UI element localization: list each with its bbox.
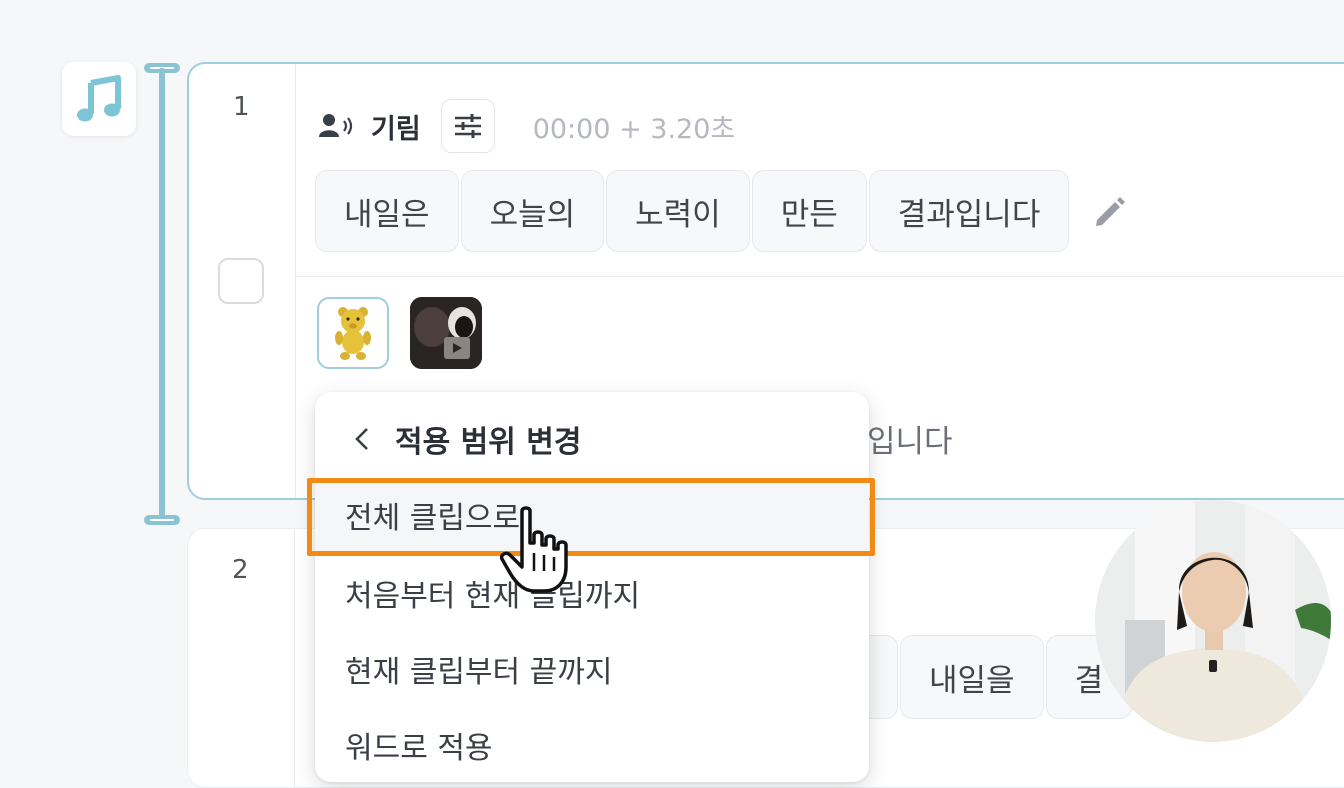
word-chip[interactable]: 내일은 bbox=[315, 170, 459, 252]
clip-number: 1 bbox=[233, 92, 250, 122]
menu-title: 적용 범위 변경 bbox=[395, 425, 582, 460]
pencil-icon bbox=[1096, 197, 1126, 226]
presenter-webcam bbox=[1095, 500, 1331, 742]
hand-pointer-icon bbox=[500, 506, 568, 593]
presenter-image bbox=[1095, 500, 1331, 742]
music-note-icon bbox=[77, 75, 121, 122]
sliders-icon bbox=[454, 114, 481, 138]
row-divider bbox=[295, 276, 1344, 277]
word-chip[interactable]: 결과입니다 bbox=[868, 170, 1070, 252]
word-chip[interactable]: 내일을 bbox=[900, 635, 1044, 719]
speaker-voice-icon bbox=[319, 114, 353, 137]
highlight-box bbox=[307, 478, 875, 556]
menu-header[interactable]: 적용 범위 변경 bbox=[353, 412, 582, 466]
range-end-handle[interactable] bbox=[144, 515, 180, 525]
range-rail bbox=[159, 68, 165, 520]
speaker-row: 기림 00:00 + 3.20초 bbox=[317, 98, 735, 154]
chevron-left-icon[interactable] bbox=[353, 424, 375, 454]
clip-gutter-divider bbox=[294, 529, 295, 787]
voice-settings-button[interactable] bbox=[440, 99, 495, 153]
word-chip[interactable]: 오늘의 bbox=[460, 170, 605, 252]
clip-checkbox[interactable] bbox=[218, 258, 264, 304]
word-chip[interactable]: 만든 bbox=[751, 170, 867, 252]
menu-item-start-to-current[interactable]: 처음부터 현재 클립까지 bbox=[315, 556, 869, 630]
video-thumbnail[interactable] bbox=[410, 297, 482, 369]
subtitle-text[interactable]: 입니다 bbox=[867, 416, 953, 461]
menu-item-apply-to-word[interactable]: 워드로 적용 bbox=[315, 708, 869, 782]
video-clip-icon bbox=[410, 297, 482, 369]
clip-number: 2 bbox=[232, 555, 249, 585]
clip-timecode: 00:00 + 3.20초 bbox=[532, 113, 736, 145]
word-chips-row: 내일은 오늘의 노력이 만든 결과입니다 bbox=[315, 170, 1133, 252]
word-chip[interactable]: 노력이 bbox=[606, 170, 750, 252]
bear-sticker-icon bbox=[335, 307, 371, 360]
sticker-thumbnail[interactable] bbox=[317, 297, 389, 369]
word-chips-row: 내일을 결 bbox=[838, 635, 1133, 719]
edit-text-button[interactable] bbox=[1087, 188, 1133, 234]
clip-gutter-divider bbox=[295, 64, 296, 498]
music-track-badge[interactable] bbox=[62, 62, 136, 136]
speaker-name[interactable]: 기림 bbox=[371, 107, 421, 146]
menu-item-current-to-end[interactable]: 현재 클립부터 끝까지 bbox=[315, 632, 869, 706]
apply-scope-menu: 적용 범위 변경 전체 클립으로 처음부터 현재 클립까지 현재 클립부터 끝까… bbox=[315, 392, 869, 782]
